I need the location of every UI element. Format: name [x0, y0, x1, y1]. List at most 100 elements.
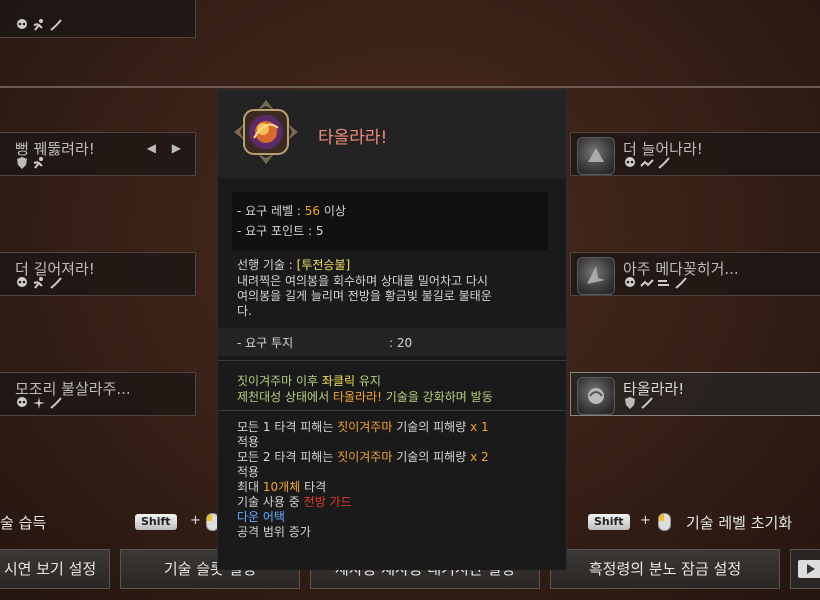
effect-line: 적용 [237, 465, 260, 479]
plus-sign: + [190, 513, 201, 528]
skill-tooltip: 타올라라! - 요구 레벨 : 56 이상 - 요구 포인트 : 5 선행 기술… [217, 89, 567, 570]
slash-icon [657, 155, 671, 169]
skull-icon [15, 395, 29, 409]
skill-icon [577, 137, 615, 175]
burst-icon [32, 395, 46, 409]
effect-text: 타격 [300, 480, 327, 494]
mouse-left-icon [658, 513, 671, 531]
condition-highlight: 좌클릭 [321, 374, 356, 388]
effect-line: 모든 1 타격 피해는 짓이겨주마 기술의 피해량 x 1 [237, 420, 557, 435]
film-play-icon [798, 560, 820, 578]
skill-card-badges [15, 17, 63, 31]
skill-variant-arrows[interactable]: ◀ ▶ [147, 141, 187, 155]
required-level-suffix: 이상 [320, 204, 346, 218]
skill-card-badges [15, 155, 46, 169]
shield-icon [623, 395, 637, 409]
tooltip-skill-icon [232, 98, 300, 166]
skill-card-ppeong[interactable]: 뻥 꿰뚫려라! ◀ ▶ [0, 132, 196, 176]
tooltip-title: 타올라라! [318, 128, 388, 148]
required-level-value: 56 [304, 204, 321, 218]
prerequisite-label: 선행 기술 : [237, 258, 297, 272]
effect-line: 적용 [237, 435, 260, 449]
condition-text: 짓이겨주마 이후 [237, 374, 322, 388]
condition-text: 유지 [355, 374, 381, 388]
skill-card-badges [623, 155, 671, 169]
description-line: 내려찍은 여의봉을 회수하며 상대를 밀어차고 다시 [237, 274, 488, 288]
demo-settings-button[interactable]: 시연 보기 설정 [0, 549, 110, 589]
dash-icon [640, 155, 654, 169]
section-divider [0, 86, 820, 88]
shift-key: Shift [588, 514, 630, 530]
shift-key: Shift [135, 514, 177, 530]
effect-line: 모든 2 타격 피해는 짓이겨주마 기술의 피해량 x 2 [237, 450, 557, 465]
required-fighting-spirit-label: - 요구 투지 [237, 336, 294, 350]
tooltip-separator [218, 410, 566, 411]
effect-text: 모든 1 타격 피해는 [237, 420, 338, 434]
tooltip-separator [218, 360, 566, 361]
down-attack-text: 다운 어택 [237, 510, 285, 524]
effect-text: 기술의 피해량 [392, 450, 471, 464]
activation-condition-2: 제천대성 상태에서 타올라라! 기술을 강화하며 발동 [237, 390, 493, 405]
skill-icon [577, 257, 615, 295]
effect-highlight: 짓이겨주마 [337, 420, 393, 434]
description-line: 다. [237, 304, 252, 318]
requirement-box [232, 192, 548, 250]
skill-card-top-left[interactable] [0, 0, 196, 38]
effect-text: 기술의 피해량 [392, 420, 471, 434]
skill-card-badges [15, 275, 63, 289]
effect-multiplier: x 1 [470, 420, 489, 434]
skill-card-badges [623, 275, 688, 289]
skill-card-taollara[interactable]: 타올라라! [570, 372, 820, 416]
play-video-button[interactable] [790, 549, 820, 589]
required-level-label: - 요구 레벨 : [237, 204, 305, 218]
required-points: - 요구 포인트 : 5 [237, 224, 324, 238]
tooltip-header: 타올라라! [218, 90, 566, 178]
learn-skill-label: 술 습득 [0, 514, 47, 532]
activation-condition-1: 짓이겨주마 이후 좌클릭 유지 [237, 374, 381, 389]
slash-icon [640, 395, 654, 409]
button-label: 시연 보기 설정 [3, 560, 97, 578]
shield-icon [15, 155, 29, 169]
slash-icon [49, 17, 63, 31]
rage-lock-settings-button[interactable]: 흑정령의 분노 잠금 설정 [550, 549, 780, 589]
effect-text: 최대 [237, 480, 263, 494]
skill-card-stretch-more[interactable]: 더 늘어나라! [570, 132, 820, 176]
required-fighting-spirit-value: : 20 [389, 336, 413, 350]
skill-icon [577, 377, 615, 415]
slash-icon [49, 395, 63, 409]
condition-highlight: 타올라라! [332, 390, 382, 404]
skull-icon [15, 275, 29, 289]
skill-card-slam[interactable]: 아주 메다꽂히거... [570, 252, 820, 296]
running-icon [32, 155, 46, 169]
skull-icon [15, 17, 29, 31]
effect-line: 공격 범위 증가 [237, 525, 311, 539]
effect-text: 모든 2 타격 피해는 [237, 450, 338, 464]
plus-sign: + [640, 513, 651, 528]
description-line: 여의봉을 길게 늘리며 전방을 황금빛 불길로 불태운 [237, 289, 492, 303]
dash-icon [640, 275, 654, 289]
skill-description: 내려찍은 여의봉을 회수하며 상대를 밀어차고 다시 여의봉을 길게 늘리며 전… [237, 274, 557, 319]
required-level: - 요구 레벨 : 56 이상 [237, 204, 346, 219]
effect-text: 기술 사용 중 [237, 495, 304, 509]
condition-text: 기술을 강화하며 발동 [381, 390, 493, 404]
prerequisite-value: [투전승불] [296, 258, 351, 272]
reset-skill-level-label: 기술 레벨 초기화 [686, 514, 793, 532]
skull-icon [623, 275, 637, 289]
running-icon [32, 17, 46, 31]
skill-effects: 모든 1 타격 피해는 짓이겨주마 기술의 피해량 x 1 적용 모든 2 타격… [237, 420, 557, 540]
slash-icon [674, 275, 688, 289]
skill-card-badges [623, 395, 654, 409]
slash-icon [49, 275, 63, 289]
front-guard-text: 전방 가드 [303, 495, 352, 509]
effect-highlight: 짓이겨주마 [337, 450, 393, 464]
skill-card-burn-all[interactable]: 모조리 불살라주... [0, 372, 196, 416]
effect-multiplier: x 2 [470, 450, 489, 464]
skill-card-badges [15, 395, 63, 409]
skull-icon [623, 155, 637, 169]
skill-card-longer[interactable]: 더 길어져라! [0, 252, 196, 296]
prerequisite-skill: 선행 기술 : [투전승불] [237, 258, 350, 273]
wind-icon [657, 275, 671, 289]
running-icon [32, 275, 46, 289]
effect-line: 기술 사용 중 전방 가드 [237, 495, 557, 510]
condition-text: 제천대성 상태에서 [237, 390, 333, 404]
